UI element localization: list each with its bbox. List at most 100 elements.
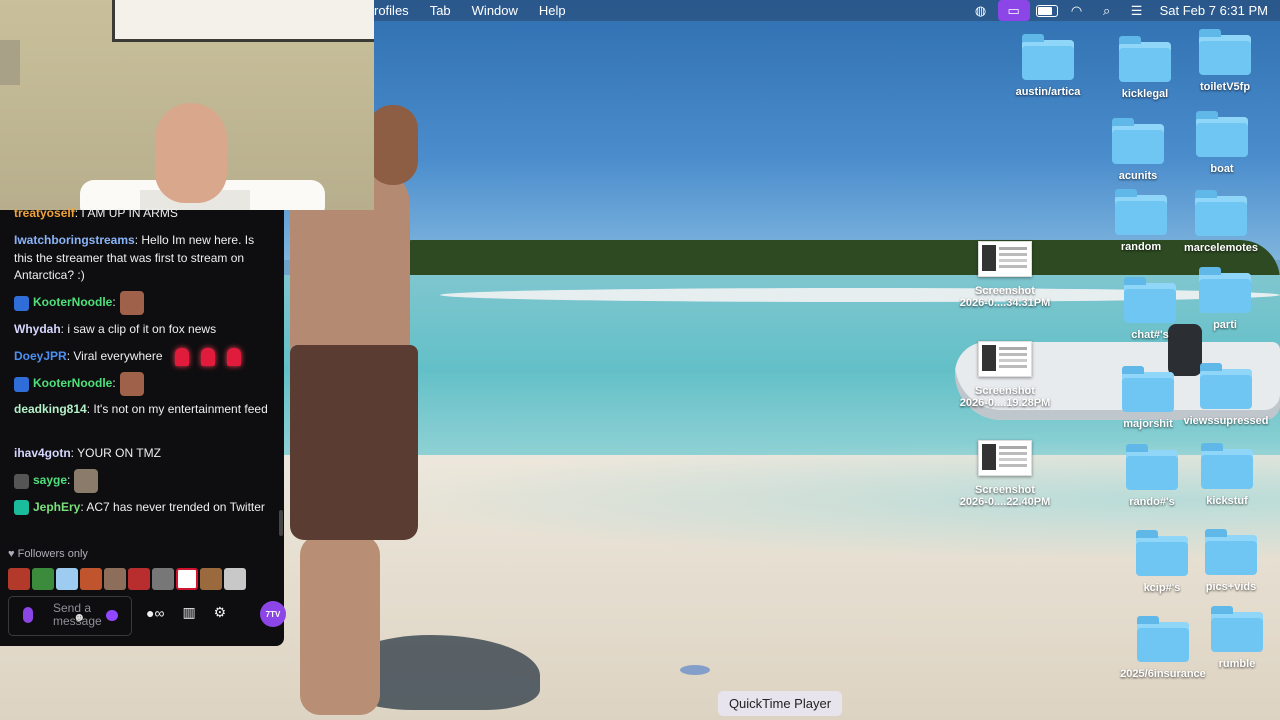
folder-icon	[1126, 444, 1178, 490]
desktop-folder[interactable]: austin/artica	[993, 34, 1103, 98]
chat-text: :	[112, 295, 116, 310]
emote-icon[interactable]	[8, 568, 30, 590]
folder-icon	[1211, 606, 1263, 652]
desktop-screenshot-file[interactable]: Screenshot 2026-0....22.40PM	[950, 440, 1060, 508]
globe-icon[interactable]: ◍	[968, 0, 994, 21]
followers-only-label: Followers only	[17, 548, 88, 560]
desktop-screenshot-file[interactable]: Screenshot 2026-0....19.28PM	[950, 341, 1060, 409]
file-label-line1: Screenshot	[975, 484, 1035, 496]
chat-panel: treatyoself: I AM UP IN ARMS Iwatchborin…	[0, 206, 286, 646]
emote-icon[interactable]	[200, 568, 222, 590]
siren-emote-icon	[200, 348, 215, 366]
store-icon[interactable]: ▥	[182, 604, 195, 621]
wifi-icon[interactable]: ◠	[1064, 0, 1090, 21]
menu-tab[interactable]: Tab	[430, 3, 451, 18]
chat-text: : I AM UP IN ARMS	[74, 206, 178, 220]
folder-icon	[1199, 267, 1251, 313]
person-shorts	[290, 345, 418, 540]
menu-profiles[interactable]: rofiles	[374, 3, 409, 18]
chat-username[interactable]: sayge	[33, 473, 67, 487]
emote-icon[interactable]	[152, 568, 174, 590]
emote-picker-row	[8, 568, 246, 590]
chat-username[interactable]: JephEry	[33, 500, 80, 514]
desktop-folder[interactable]: marcelemotes	[1166, 190, 1276, 254]
chat-scrollbar[interactable]	[279, 510, 283, 536]
chat-username[interactable]: deadking814	[14, 402, 87, 416]
desktop-folder[interactable]: rumble	[1182, 606, 1280, 670]
pepe-emote-icon[interactable]	[32, 568, 54, 590]
file-label-line2: 2026-0....34.31PM	[959, 297, 1051, 309]
folder-label: toiletV5fp	[1199, 81, 1251, 93]
file-label-line2: 2026-0....19.28PM	[959, 397, 1051, 409]
screen-record-icon[interactable]: ▭	[997, 0, 1030, 21]
desktop-folder[interactable]: pics+vids	[1176, 529, 1280, 593]
bits-icon[interactable]: ●∞	[146, 605, 164, 621]
person-head	[368, 105, 418, 185]
screenshot-thumbnail-icon	[978, 440, 1032, 476]
emote-icon[interactable]	[80, 568, 102, 590]
chat-username[interactable]: KooterNoodle	[33, 376, 112, 390]
folder-icon	[1119, 36, 1171, 82]
screenshot-thumbnail-icon	[978, 341, 1032, 377]
folder-icon	[1205, 529, 1257, 575]
dock-tooltip: QuickTime Player	[718, 691, 842, 716]
chat-text: : It's not on my entertainment feed	[86, 402, 268, 416]
menu-help[interactable]: Help	[539, 3, 566, 18]
chat-message: deadking814: It's not on my entertainmen…	[14, 401, 270, 419]
desktop-folder[interactable]: toiletV5fp	[1170, 29, 1280, 93]
folder-icon	[1196, 111, 1248, 157]
chat-text: :	[112, 376, 116, 391]
menu-bar: rofiles Tab Window Help ◍ ▭ ◠ ⌕ ☰ Sat Fe…	[374, 0, 1280, 21]
emote-icon[interactable]	[104, 568, 126, 590]
emote-icon[interactable]	[128, 568, 150, 590]
face-emote-icon	[74, 469, 99, 493]
chat-username[interactable]: Iwatchboringstreams	[14, 233, 135, 247]
chat-message: ihav4gotn: YOUR ON TMZ	[14, 445, 270, 463]
desktop-screenshot-file[interactable]: Screenshot 2026-0....34.31PM	[950, 241, 1060, 309]
followers-only-notice: ♥ Followers only	[8, 548, 88, 560]
chat-username[interactable]: KooterNoodle	[33, 295, 112, 309]
chat-message: Iwatchboringstreams: Hello Im new here. …	[14, 232, 270, 285]
folder-label: kickstuf	[1206, 495, 1248, 507]
folder-icon	[1022, 34, 1074, 80]
chat-message: sayge:	[14, 469, 270, 493]
chat-username[interactable]: DoeyJPR	[14, 349, 67, 363]
streamer-face	[155, 103, 227, 203]
emote-menu-icon[interactable]	[106, 610, 118, 621]
folder-label: austin/artica	[1015, 86, 1081, 98]
7tv-button[interactable]: 7TV	[260, 601, 286, 627]
microphone-icon[interactable]	[23, 607, 33, 623]
file-label-line1: Screenshot	[975, 285, 1035, 297]
folder-label: rumble	[1218, 658, 1256, 670]
folder-label: pics+vids	[1205, 581, 1257, 593]
screenshot-thumbnail-icon	[978, 241, 1032, 277]
chat-username[interactable]: treatyoself	[14, 206, 75, 220]
emote-icon[interactable]	[224, 568, 246, 590]
desktop-folder[interactable]: kickstuf	[1172, 443, 1280, 507]
face-emote-icon	[119, 372, 144, 396]
chat-message: treatyoself: I AM UP IN ARMS	[14, 205, 270, 223]
emoji-icon[interactable]: ☻	[73, 610, 86, 624]
gear-icon[interactable]: ⚙	[214, 604, 227, 621]
desktop-folder[interactable]: viewssupressed	[1171, 363, 1280, 427]
chat-text: :	[67, 473, 71, 488]
chat-message: DoeyJPR: Viral everywhere	[14, 348, 270, 366]
siren-emote-icon	[174, 348, 189, 366]
folder-label: marcelemotes	[1184, 242, 1258, 254]
chat-username[interactable]: ihav4gotn	[14, 446, 71, 460]
menu-window[interactable]: Window	[472, 3, 518, 18]
emote-icon[interactable]	[56, 568, 78, 590]
chat-message: KooterNoodle:	[14, 291, 270, 315]
desktop-folder[interactable]: boat	[1167, 111, 1277, 175]
chat-message: JephEry: AC7 has never trended on Twitte…	[14, 499, 270, 517]
chat-text: : Viral everywhere	[66, 349, 163, 364]
desktop-folder[interactable]: parti	[1170, 267, 1280, 331]
battery-icon[interactable]	[1034, 0, 1060, 21]
menu-bar-clock[interactable]: Sat Feb 7 6:31 PM	[1160, 3, 1268, 18]
chat-username[interactable]: Whydah	[14, 322, 61, 336]
search-icon[interactable]: ⌕	[1094, 0, 1120, 21]
file-label-line2: 2026-0....22.40PM	[959, 496, 1051, 508]
l-emote-icon[interactable]	[176, 568, 198, 590]
control-center-icon[interactable]: ☰	[1124, 0, 1150, 21]
chat-input[interactable]: Send a message ☻	[8, 596, 132, 636]
